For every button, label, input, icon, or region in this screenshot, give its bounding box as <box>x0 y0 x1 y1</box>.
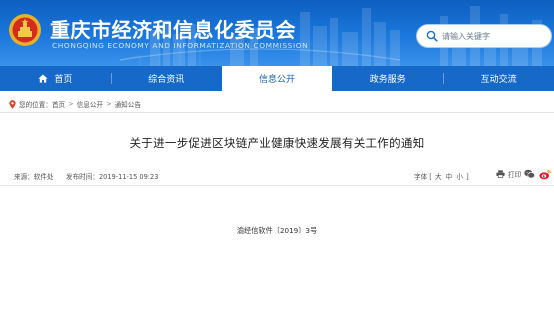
print-label: 打印 <box>508 171 522 179</box>
search-input[interactable] <box>442 29 546 44</box>
location-pin-icon <box>9 99 16 109</box>
font-size-control: 字体 [ 大 中 小 ] <box>414 171 469 181</box>
article-meta: 来源：软件处 发布时间：2019-11-15 09:23 字体 [ 大 中 小 … <box>0 168 554 182</box>
breadcrumb-separator: > <box>68 100 74 108</box>
emblem-logo <box>9 14 41 46</box>
search-icon[interactable] <box>426 30 438 42</box>
nav-item-gov-services[interactable]: 政务服务 <box>332 66 443 91</box>
weibo-share-icon[interactable] <box>539 169 551 180</box>
search-box <box>416 24 552 48</box>
breadcrumb: 您的位置： 首页 > 信息公开 > 通知公告 <box>9 98 141 110</box>
nav-item-label: 互动交流 <box>480 75 517 85</box>
breadcrumb-prefix: 您的位置： <box>19 101 52 109</box>
site-title: 重庆市经济和信息化委员会 <box>50 18 296 42</box>
breadcrumb-info-disclosure[interactable]: 信息公开 <box>77 99 103 109</box>
header-banner: 重庆市经济和信息化委员会 CHONGQING ECONOMY AND INFOR… <box>0 0 554 66</box>
nav-item-news[interactable]: 综合资讯 <box>110 66 222 91</box>
nav-item-info-disclosure[interactable]: 信息公开 <box>221 66 333 91</box>
divider <box>0 112 554 113</box>
article-title: 关于进一步促进区块链产业健康快速发展有关工作的通知 <box>129 136 425 150</box>
font-size-small[interactable]: 小 <box>456 173 463 181</box>
nav-item-label: 信息公开 <box>258 75 295 85</box>
font-size-large[interactable]: 大 <box>435 173 442 181</box>
nav-item-label: 综合资讯 <box>148 75 185 85</box>
home-icon <box>38 74 48 83</box>
nav-item-label: 政务服务 <box>369 75 406 85</box>
breadcrumb-notices[interactable]: 通知公告 <box>115 99 141 109</box>
nav-item-interaction[interactable]: 互动交流 <box>443 66 554 91</box>
print-button[interactable]: 打印 <box>496 169 521 179</box>
nav-item-home[interactable]: 首页 <box>0 66 111 91</box>
breadcrumb-separator: > <box>106 100 112 108</box>
site-subtitle: CHONGQING ECONOMY AND INFORMATIZATION CO… <box>52 41 309 50</box>
printer-icon <box>496 170 505 178</box>
bracket-open: [ <box>429 173 434 181</box>
article-source: 来源：软件处 <box>14 173 54 181</box>
article-publish-time: 发布时间：2019-11-15 09:23 <box>66 173 159 181</box>
font-size-medium[interactable]: 中 <box>446 173 453 181</box>
font-size-label: 字体 <box>414 173 428 181</box>
divider <box>0 185 554 186</box>
main-nav: 首页 综合资讯 信息公开 政务服务 互动交流 <box>0 66 554 91</box>
bracket-close: ] <box>466 173 469 181</box>
wechat-share-icon[interactable] <box>524 169 535 179</box>
nav-item-label: 首页 <box>54 75 73 85</box>
document-number: 渝经信软件〔2019〕3号 <box>236 226 318 235</box>
breadcrumb-home[interactable]: 首页 <box>52 99 65 109</box>
